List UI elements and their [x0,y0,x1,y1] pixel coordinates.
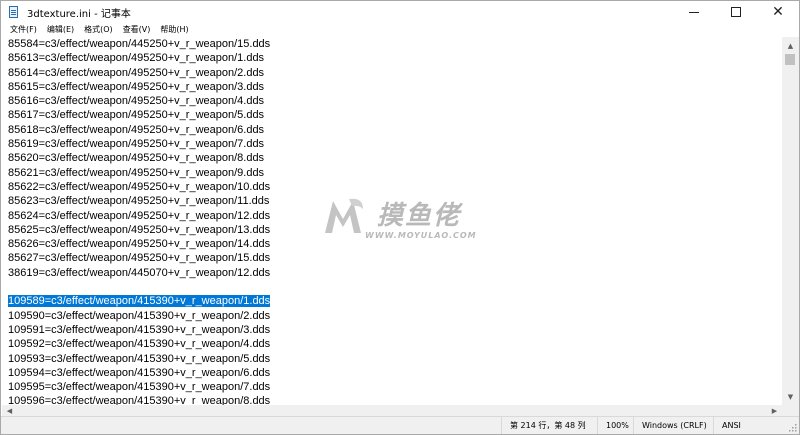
scroll-left-icon[interactable]: ◀ [2,405,17,416]
text-line[interactable]: 85617=c3/effect/weapon/495250+v_r_weapon… [2,108,782,122]
line-text: 85625=c3/effect/weapon/495250+v_r_weapon… [8,223,271,236]
close-icon: ✕ [772,4,784,20]
menu-help[interactable]: 帮助(H) [155,23,193,37]
text-line[interactable]: 85624=c3/effect/weapon/495250+v_r_weapon… [2,209,782,223]
resize-grip-icon[interactable] [789,424,797,432]
line-text: 85626=c3/effect/weapon/495250+v_r_weapon… [8,238,271,251]
line-text: 109593=c3/effect/weapon/415390+v_r_weapo… [8,352,271,365]
text-line[interactable]: 85619=c3/effect/weapon/495250+v_r_weapon… [2,137,782,151]
text-line[interactable]: 85622=c3/effect/weapon/495250+v_r_weapon… [2,180,782,194]
scrollbar-corner [782,405,799,416]
text-line[interactable]: 109593=c3/effect/weapon/415390+v_r_weapo… [2,352,782,366]
zoom-level: 100% [597,417,633,434]
line-text: 85619=c3/effect/weapon/495250+v_r_weapon… [8,138,265,151]
line-text: 85616=c3/effect/weapon/495250+v_r_weapon… [8,95,265,108]
text-line[interactable]: 85627=c3/effect/weapon/495250+v_r_weapon… [2,251,782,265]
text-line[interactable]: 109589=c3/effect/weapon/415390+v_r_weapo… [2,294,782,308]
title-bar[interactable]: 3dtexture.ini - 记事本 ✕ [1,1,799,23]
selected-text: 109589=c3/effect/weapon/415390+v_r_weapo… [8,295,271,308]
notepad-icon[interactable] [7,5,21,19]
text-line[interactable]: 85626=c3/effect/weapon/495250+v_r_weapon… [2,237,782,251]
line-text: 85621=c3/effect/weapon/495250+v_r_weapon… [8,166,265,179]
text-line[interactable]: 85615=c3/effect/weapon/495250+v_r_weapon… [2,80,782,94]
encoding: ANSI [713,417,783,434]
vertical-scroll-thumb[interactable] [785,54,795,65]
line-text: 85614=c3/effect/weapon/495250+v_r_weapon… [8,66,265,79]
vertical-scrollbar[interactable]: ▲ ▼ [782,37,799,405]
line-text: 85613=c3/effect/weapon/495250+v_r_weapon… [8,52,265,65]
text-line[interactable]: 109591=c3/effect/weapon/415390+v_r_weapo… [2,323,782,337]
line-text: 85623=c3/effect/weapon/495250+v_r_weapon… [8,195,270,208]
text-line[interactable]: 85613=c3/effect/weapon/495250+v_r_weapon… [2,51,782,65]
window-title: 3dtexture.ini - 记事本 [27,8,131,20]
text-line[interactable]: 85623=c3/effect/weapon/495250+v_r_weapon… [2,194,782,208]
horizontal-scrollbar[interactable]: ◀ ▶ [2,405,782,416]
text-line[interactable]: 85616=c3/effect/weapon/495250+v_r_weapon… [2,94,782,108]
notepad-window: 3dtexture.ini - 记事本 ✕ 文件(F) 编辑(E) 格式(O) … [0,0,800,435]
line-text: 85618=c3/effect/weapon/495250+v_r_weapon… [8,123,265,136]
scroll-right-icon[interactable]: ▶ [767,405,782,416]
text-editor[interactable]: 85584=c3/effect/weapon/445250+v_r_weapon… [2,37,782,405]
menu-format[interactable]: 格式(O) [79,23,118,37]
window-controls: ✕ [673,1,799,23]
line-text: 85620=c3/effect/weapon/495250+v_r_weapon… [8,152,265,165]
text-line[interactable] [2,280,782,294]
line-text: 85627=c3/effect/weapon/495250+v_r_weapon… [8,252,271,265]
text-line[interactable]: 109595=c3/effect/weapon/415390+v_r_weapo… [2,380,782,394]
text-line[interactable]: 85614=c3/effect/weapon/495250+v_r_weapon… [2,66,782,80]
maximize-icon [731,7,741,17]
line-text: 109596=c3/effect/weapon/415390+v_r_weapo… [8,395,271,405]
line-text: 109590=c3/effect/weapon/415390+v_r_weapo… [8,309,271,322]
line-ending: Windows (CRLF) [633,417,713,434]
line-text: 38619=c3/effect/weapon/445070+v_r_weapon… [8,266,271,279]
text-line[interactable]: 85621=c3/effect/weapon/495250+v_r_weapon… [2,166,782,180]
text-line[interactable]: 109592=c3/effect/weapon/415390+v_r_weapo… [2,337,782,351]
text-line[interactable]: 85625=c3/effect/weapon/495250+v_r_weapon… [2,223,782,237]
maximize-button[interactable] [715,1,757,23]
menu-edit[interactable]: 编辑(E) [42,23,79,37]
line-text: 109594=c3/effect/weapon/415390+v_r_weapo… [8,366,271,379]
line-text: 85624=c3/effect/weapon/495250+v_r_weapon… [8,209,271,222]
text-line[interactable]: 85618=c3/effect/weapon/495250+v_r_weapon… [2,123,782,137]
line-text: 85617=c3/effect/weapon/495250+v_r_weapon… [8,109,265,122]
line-text: 85584=c3/effect/weapon/445250+v_r_weapon… [8,38,271,50]
minimize-button[interactable] [673,1,715,23]
menu-file[interactable]: 文件(F) [1,23,42,37]
text-line[interactable]: 85620=c3/effect/weapon/495250+v_r_weapon… [2,151,782,165]
close-button[interactable]: ✕ [757,1,799,23]
line-text: 109592=c3/effect/weapon/415390+v_r_weapo… [8,338,271,351]
scroll-down-icon[interactable]: ▼ [782,388,799,405]
line-text: 85615=c3/effect/weapon/495250+v_r_weapon… [8,80,265,93]
scroll-up-icon[interactable]: ▲ [782,37,799,54]
text-line[interactable]: 109590=c3/effect/weapon/415390+v_r_weapo… [2,309,782,323]
menu-bar: 文件(F) 编辑(E) 格式(O) 查看(V) 帮助(H) [1,23,799,37]
text-line[interactable]: 109594=c3/effect/weapon/415390+v_r_weapo… [2,366,782,380]
line-text: 109591=c3/effect/weapon/415390+v_r_weapo… [8,323,271,336]
menu-view[interactable]: 查看(V) [118,23,156,37]
line-text: 85622=c3/effect/weapon/495250+v_r_weapon… [8,180,271,193]
line-text: 109595=c3/effect/weapon/415390+v_r_weapo… [8,381,271,394]
text-line[interactable]: 38619=c3/effect/weapon/445070+v_r_weapon… [2,266,782,280]
cursor-position: 第 214 行，第 48 列 [501,417,597,434]
text-line[interactable]: 85584=c3/effect/weapon/445250+v_r_weapon… [2,37,782,51]
minimize-icon [689,11,699,13]
text-line[interactable]: 109596=c3/effect/weapon/415390+v_r_weapo… [2,394,782,405]
status-bar: 第 214 行，第 48 列 100% Windows (CRLF) ANSI [1,416,799,434]
